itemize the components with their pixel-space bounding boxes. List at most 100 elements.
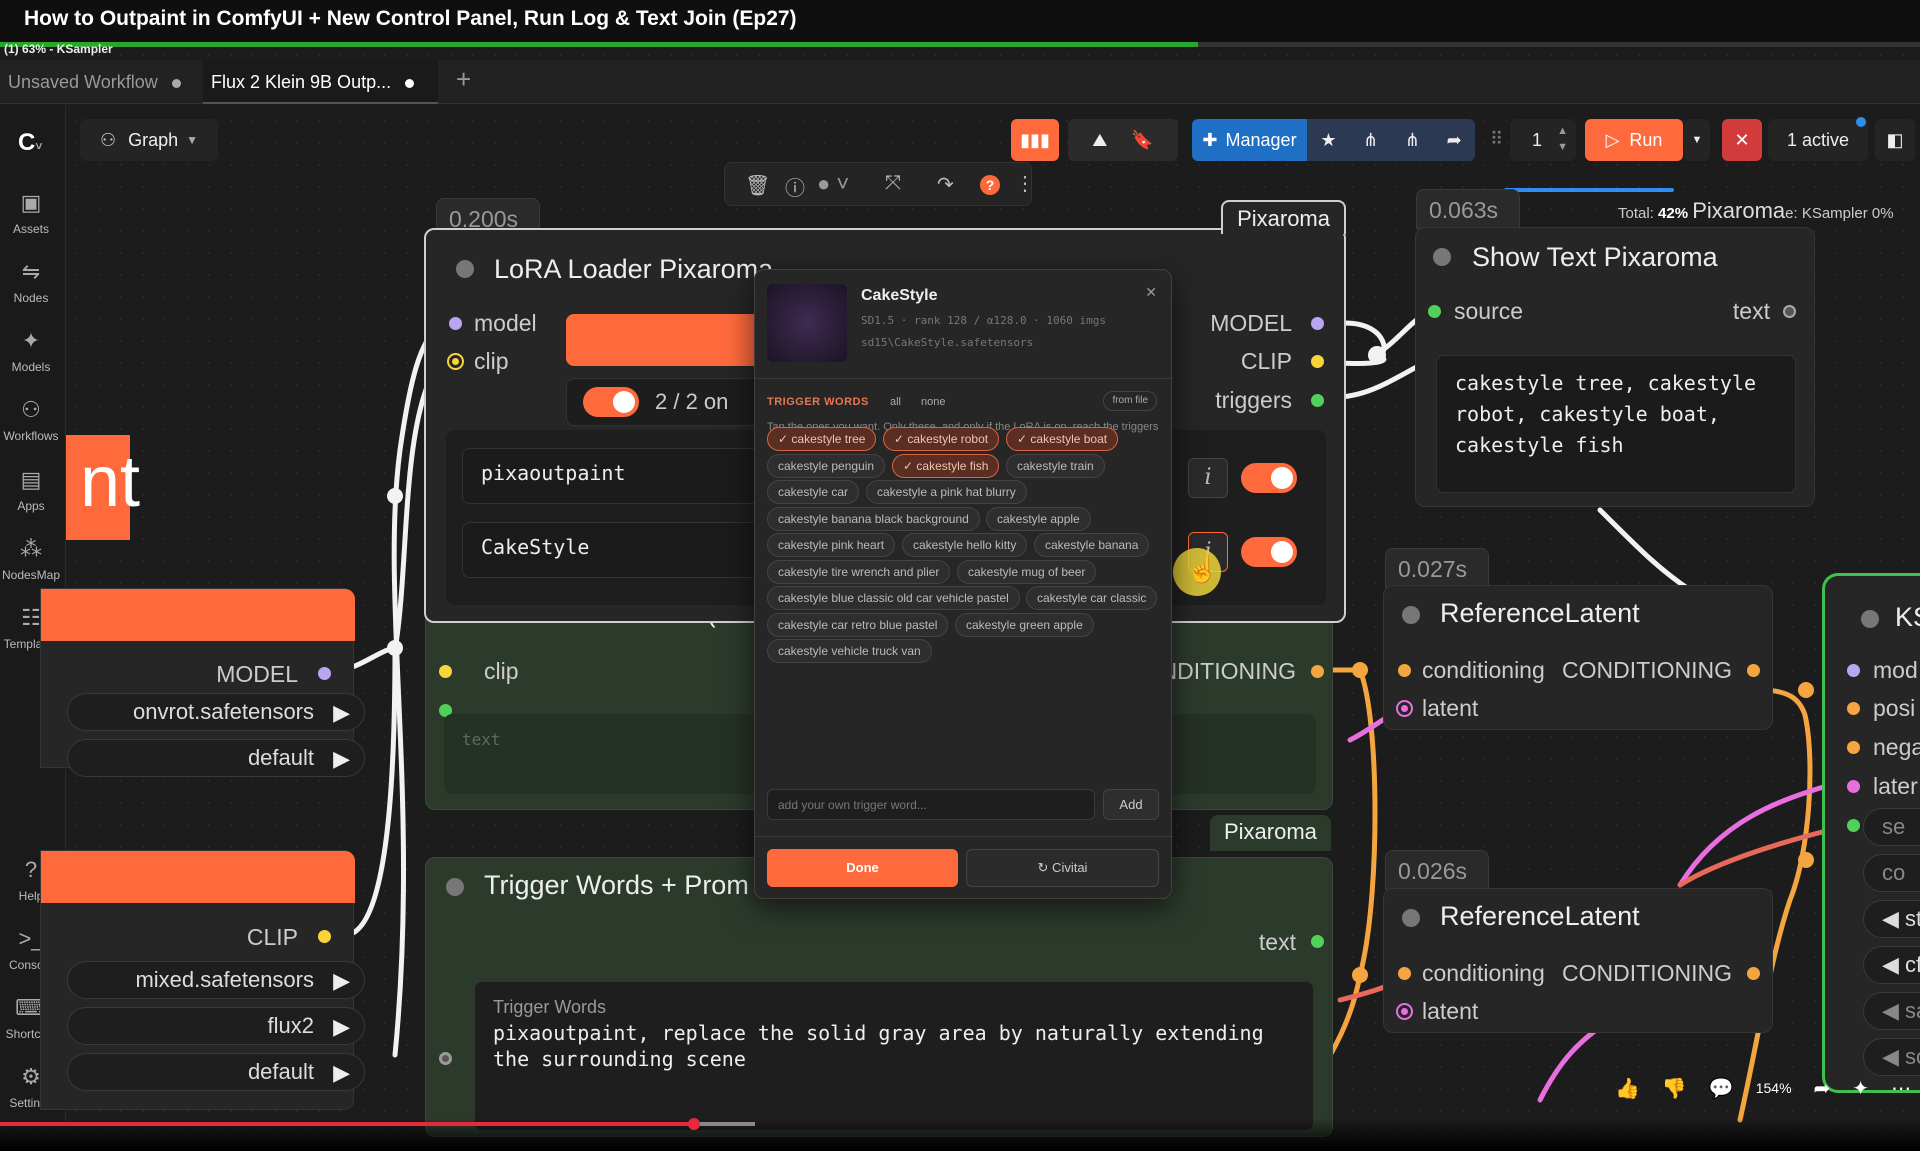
add-trigger-button[interactable]: Add	[1103, 789, 1159, 820]
show-text-node[interactable]: Show Text Pixaroma source text cakestyle…	[1415, 227, 1815, 507]
more-icon[interactable]: ⋮	[1015, 171, 1035, 196]
reference-latent-node-2[interactable]: ReferenceLatent conditioning CONDITIONIN…	[1383, 888, 1773, 1033]
trigger-chip[interactable]: cakestyle car classic	[1026, 586, 1158, 610]
comment-icon[interactable]: 💬	[1709, 1076, 1734, 1101]
sidebar-item-apps[interactable]: ▤ Apps	[0, 467, 62, 513]
trigger-chip[interactable]: cakestyle banana	[1034, 533, 1150, 557]
sampler-widget[interactable]: ◀ sa	[1863, 992, 1920, 1030]
trigger-chip[interactable]: cakestyle hello kitty	[902, 533, 1028, 557]
master-toggle[interactable]	[583, 387, 639, 417]
toggle-panel-button[interactable]: ◧	[1875, 119, 1915, 161]
close-icon[interactable]: ✕	[1145, 284, 1157, 301]
lora-row-1-name[interactable]: pixaoutpaint	[462, 448, 762, 504]
model-output-pin[interactable]	[1311, 317, 1324, 330]
conditioning-output-pin[interactable]	[1747, 967, 1760, 980]
trigger-chip[interactable]: cakestyle car	[767, 480, 860, 504]
tab-flux-klein[interactable]: Flux 2 Klein 9B Outp...	[203, 60, 438, 104]
tree-icon[interactable]: ⋔	[1363, 130, 1378, 151]
ksampler-node[interactable]: KS mod posi nega later se co ◀ st ◀ cf ◀…	[1822, 573, 1920, 1093]
lora-row-1-info-icon[interactable]: i	[1188, 458, 1228, 498]
source-input-pin[interactable]	[1428, 305, 1441, 318]
positive-input-pin[interactable]	[1847, 702, 1860, 715]
pixaroma-panel-button[interactable]: ▮▮▮	[1011, 119, 1059, 161]
drag-handle-icon[interactable]: ⠿	[1490, 129, 1503, 150]
trigger-prompt-field[interactable]: Trigger Words pixaoutpaint, replace the …	[474, 981, 1314, 1131]
more-icon[interactable]: ⋯	[1891, 1076, 1911, 1101]
sidebar-item-nodesmap[interactable]: ⁂ NodesMap	[0, 536, 62, 582]
select-none-link[interactable]: none	[921, 396, 945, 408]
help-badge-icon[interactable]: ?	[980, 175, 1000, 195]
model-input-pin[interactable]	[1847, 664, 1860, 677]
cfg-widget[interactable]: ◀ cf	[1863, 946, 1920, 984]
redo-icon[interactable]: ↷	[937, 172, 954, 197]
select-all-link[interactable]: all	[890, 396, 901, 408]
trigger-chip[interactable]: cakestyle green apple	[955, 612, 1094, 637]
trigger-chip[interactable]: cakestyle blue classic old car vehicle p…	[767, 586, 1020, 610]
tab-unsaved-workflow[interactable]: Unsaved Workflow	[0, 60, 200, 104]
negative-input-pin[interactable]	[1847, 741, 1860, 754]
trigger-chip[interactable]: cakestyle mug of beer	[957, 559, 1097, 584]
tree-alt-icon[interactable]: ⋔	[1405, 130, 1420, 151]
widget-input-pin[interactable]	[439, 1052, 452, 1065]
file-select[interactable]: onvrot.safetensors ▶	[67, 693, 365, 731]
run-button[interactable]: ▷ Run	[1585, 119, 1683, 161]
trigger-chip[interactable]: cakestyle penguin	[767, 453, 886, 478]
comfy-logo-icon[interactable]: C˅	[18, 129, 42, 157]
stepper-icon[interactable]: ▲ ▼	[1557, 123, 1568, 155]
trigger-chip[interactable]: ✓ cakestyle robot	[883, 427, 1000, 451]
model-input-pin[interactable]	[449, 317, 462, 330]
trash-icon[interactable]: 🗑	[745, 173, 770, 198]
trigger-chip[interactable]: ✓ cakestyle boat	[1006, 427, 1119, 451]
device-select[interactable]: default ▶	[67, 1053, 365, 1091]
sidebar-item-assets[interactable]: ▣ Assets	[0, 190, 62, 236]
lora-row-1-toggle[interactable]	[1241, 463, 1297, 493]
workflow-canvas[interactable]: How to Outpaint in ComfyUI + New Control…	[0, 0, 1920, 1151]
bookmark-icon[interactable]: 🔖	[1131, 130, 1153, 151]
manager-button[interactable]: ✚ Manager	[1192, 119, 1307, 161]
info-icon[interactable]: ⓘ	[785, 172, 805, 201]
file-select[interactable]: mixed.safetensors ▶	[67, 961, 365, 999]
conditioning-input-pin[interactable]	[1398, 664, 1411, 677]
clip-input-pin[interactable]	[449, 355, 462, 368]
star-icon[interactable]: ★	[1320, 130, 1336, 151]
active-queue-button[interactable]: 1 active	[1768, 119, 1868, 161]
sparkle-icon[interactable]: ✦	[1852, 1076, 1869, 1101]
collapse-icon[interactable]: ⤧	[885, 172, 901, 195]
trigger-chip[interactable]: cakestyle apple	[986, 506, 1091, 531]
color-dot-icon[interactable]: ● ˅	[817, 171, 849, 197]
cancel-run-button[interactable]: ✕	[1722, 119, 1762, 161]
seed-input-pin[interactable]	[1847, 819, 1860, 832]
run-options-button[interactable]: ▼	[1684, 119, 1710, 161]
conditioning-output-pin[interactable]	[1311, 665, 1324, 678]
trigger-chip[interactable]: cakestyle car retro blue pastel	[767, 612, 949, 637]
lora-row-2-toggle[interactable]	[1241, 537, 1297, 567]
seed-widget[interactable]: se	[1863, 808, 1920, 846]
conditioning-output-pin[interactable]	[1747, 664, 1760, 677]
text-output-pin[interactable]	[1783, 305, 1796, 318]
new-tab-button[interactable]: +	[448, 60, 479, 104]
type-select[interactable]: flux2 ▶	[67, 1007, 365, 1045]
text-output-pin[interactable]	[1311, 935, 1324, 948]
unet-loader-node[interactable]: MODEL onvrot.safetensors ▶ default ▶	[40, 588, 365, 777]
trigger-chip[interactable]: cakestyle vehicle truck van	[767, 639, 932, 663]
trigger-chip[interactable]: ✓ cakestyle tree	[767, 427, 877, 451]
triggers-output-pin[interactable]	[1311, 394, 1324, 407]
conditioning-input-pin[interactable]	[1398, 967, 1411, 980]
trigger-words-node[interactable]: Trigger Words + Prom text Trigger Words …	[425, 857, 1333, 1137]
queue-count-input[interactable]: 1 ▲ ▼	[1510, 119, 1576, 161]
clip-loader-node[interactable]: CLIP mixed.safetensors ▶ flux2 ▶ default ▶	[40, 850, 365, 1110]
latent-input-pin[interactable]	[1847, 780, 1860, 793]
graph-button[interactable]: ⚇ Graph ▼	[80, 119, 218, 161]
trigger-chip[interactable]: cakestyle train	[1006, 453, 1105, 478]
latent-input-pin[interactable]	[1398, 702, 1411, 715]
clip-input-pin[interactable]	[439, 665, 452, 678]
sidebar-item-nodes[interactable]: ⇋ Nodes	[0, 259, 62, 305]
sidebar-item-workflows[interactable]: ⚇ Workflows	[0, 397, 62, 443]
add-trigger-input[interactable]: add your own trigger word...	[767, 789, 1095, 820]
share-icon[interactable]: ➦	[1447, 130, 1462, 151]
trigger-chip[interactable]: cakestyle pink heart	[767, 533, 896, 557]
sidebar-item-models[interactable]: ✦ Models	[0, 328, 62, 374]
from-file-button[interactable]: from file	[1103, 391, 1157, 411]
trigger-chip[interactable]: cakestyle a pink hat blurry	[866, 480, 1027, 504]
trigger-chip[interactable]: cakestyle tire wrench and plier	[767, 559, 951, 584]
